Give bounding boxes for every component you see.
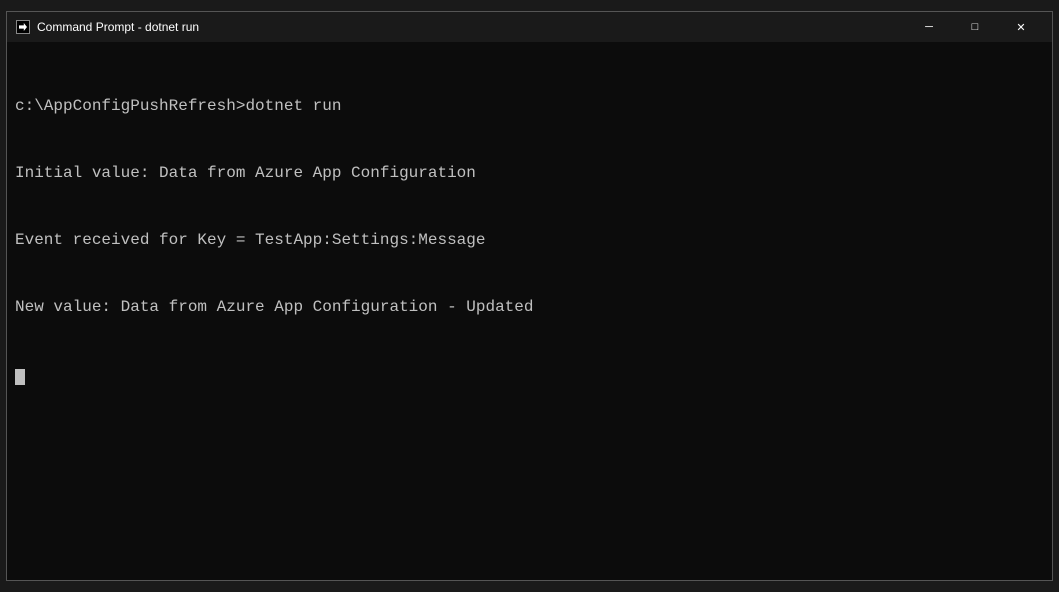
terminal-body: c:\AppConfigPushRefresh>dotnet run Initi… [7,42,1052,580]
cmd-app-icon [15,19,31,35]
window-title: Command Prompt - dotnet run [37,20,199,34]
minimize-button[interactable]: ─ [906,12,952,42]
cursor [15,369,25,385]
close-button[interactable]: ✕ [998,12,1044,42]
title-bar: Command Prompt - dotnet run ─ □ ✕ [7,12,1052,42]
title-bar-left: Command Prompt - dotnet run [15,19,199,35]
maximize-button[interactable]: □ [952,12,998,42]
window: Command Prompt - dotnet run ─ □ ✕ c:\App… [6,11,1053,581]
cursor-line [15,365,1044,387]
terminal-content: c:\AppConfigPushRefresh>dotnet run Initi… [15,50,1044,433]
terminal-line-3: New value: Data from Azure App Configura… [15,296,1044,318]
terminal-line-2: Event received for Key = TestApp:Setting… [15,229,1044,251]
title-bar-controls: ─ □ ✕ [906,12,1044,42]
terminal-line-0: c:\AppConfigPushRefresh>dotnet run [15,95,1044,117]
terminal-line-1: Initial value: Data from Azure App Confi… [15,162,1044,184]
